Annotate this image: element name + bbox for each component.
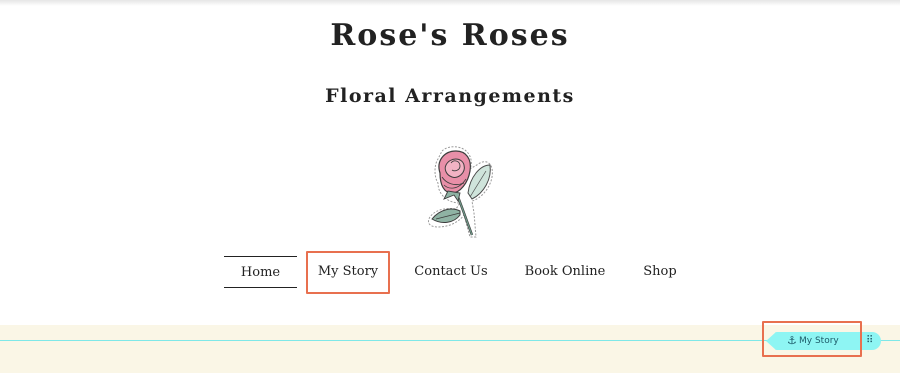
main-navigation: Home My Story Contact Us Book Online Sho… — [0, 256, 900, 290]
highlight-box-nav — [306, 251, 390, 294]
site-title: Rose's Roses — [330, 18, 570, 53]
nav-item-book-online[interactable]: Book Online — [520, 256, 610, 288]
nav-item-shop[interactable]: Shop — [636, 256, 684, 288]
nav-item-label: Home — [240, 265, 281, 280]
nav-item-label: Contact Us — [414, 264, 488, 279]
rose-sticker-icon — [427, 146, 493, 238]
editor-top-shadow — [0, 0, 900, 6]
highlight-box-anchor — [762, 321, 862, 357]
nav-item-contact-us[interactable]: Contact Us — [408, 256, 494, 288]
nav-item-label: Shop — [643, 264, 677, 279]
site-subtitle: Floral Arrangements — [325, 85, 575, 107]
drag-handle-icon[interactable]: ⠿ — [866, 335, 873, 347]
nav-item-label: Book Online — [524, 264, 606, 279]
nav-item-home[interactable]: Home — [224, 256, 297, 288]
